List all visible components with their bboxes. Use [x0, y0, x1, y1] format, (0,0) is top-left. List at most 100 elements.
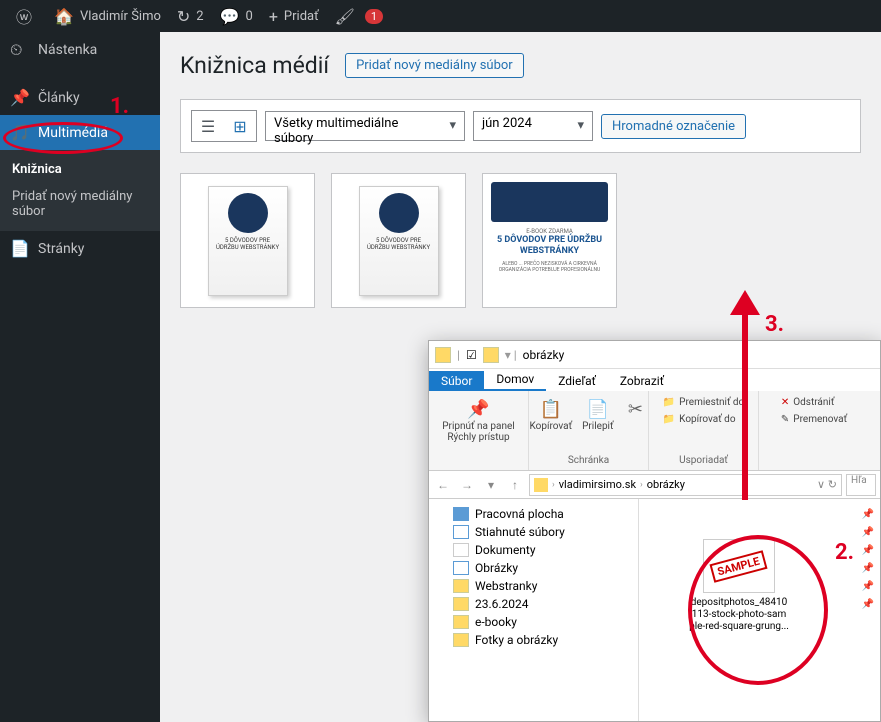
submenu-add[interactable]: Pridať nový mediálny súbor — [0, 183, 160, 225]
filter-date-select[interactable]: jún 2024 — [473, 111, 593, 141]
submenu-library[interactable]: Knižnica — [0, 156, 160, 183]
delete-icon: ✕ — [781, 397, 789, 408]
filter-date-label: jún 2024 — [482, 116, 532, 131]
desktop-icon — [453, 507, 469, 521]
file-thumbnail: SAMPLE — [703, 539, 775, 593]
explorer-titlebar[interactable]: | ☑ ▾ | obrázky — [429, 341, 880, 369]
breadcrumb[interactable]: › vladimirsimo.sk › obrázky ∨ ↻ — [529, 474, 842, 496]
tree-date[interactable]: 23.6.2024📌 — [429, 595, 638, 613]
file-sample-image[interactable]: SAMPLE depositphotos_48410113-stock-phot… — [689, 539, 789, 633]
tab-home[interactable]: Domov — [484, 369, 546, 391]
admin-sidebar: ⏲Nástenka 📌Články 🎵Multimédiá Knižnica P… — [0, 32, 160, 722]
up-button[interactable]: ↑ — [505, 475, 525, 495]
documents-icon — [453, 543, 469, 557]
paste-icon: 📄 — [586, 397, 610, 421]
paste-button[interactable]: 📄Prilepiť — [580, 395, 615, 434]
tree-ebooky[interactable]: e-booky — [429, 613, 638, 631]
pin-button[interactable]: 📌Pripnúť na panel Rýchly prístup — [437, 395, 520, 445]
move-button[interactable]: 📁Premiestniť do — [661, 395, 747, 410]
tab-file[interactable]: Súbor — [429, 371, 484, 391]
notif-badge: 1 — [365, 9, 383, 24]
tab-view[interactable]: Zobraziť — [608, 371, 676, 391]
view-toggle: ☰ ⊞ — [191, 110, 257, 142]
clipboard-group-label: Schránka — [568, 455, 609, 466]
folder-icon — [435, 347, 451, 363]
folder-icon — [534, 478, 548, 492]
add-label: Pridať — [284, 9, 319, 24]
window-title: obrázky — [523, 348, 565, 362]
organize-group-label: Usporiadať — [679, 455, 728, 466]
comments-count: 0 — [246, 9, 253, 24]
rename-button[interactable]: ✎Premenovať — [779, 412, 849, 427]
site-link[interactable]: 🏠 Vladimír Šimo — [46, 0, 169, 32]
sidebar-dashboard[interactable]: ⏲Nástenka — [0, 32, 160, 68]
book-thumbnail: 5 DÔVODOV PRE ÚDRŽBU WEBSTRÁNKY — [359, 186, 439, 296]
wordpress-icon: ⓦ — [16, 4, 32, 28]
media-submenu: Knižnica Pridať nový mediálny súbor — [0, 150, 160, 231]
refresh-icon: ↻ — [177, 7, 190, 26]
forward-button[interactable]: → — [457, 475, 477, 495]
folder-icon — [483, 347, 499, 363]
file-name: depositphotos_48410113-stock-photo-sampl… — [689, 597, 789, 633]
site-name: Vladimír Šimo — [80, 9, 161, 24]
add-new-link[interactable]: + Pridať — [261, 0, 327, 32]
media-grid: 5 DÔVODOV PRE ÚDRŽBU WEBSTRÁNKY 5 DÔVODO… — [180, 173, 861, 308]
tree-webstranky[interactable]: Webstranky📌 — [429, 577, 638, 595]
rename-icon: ✎ — [781, 414, 789, 425]
download-icon — [453, 525, 469, 539]
list-view-button[interactable]: ☰ — [192, 111, 224, 141]
tab-share[interactable]: Zdieľať — [546, 371, 608, 391]
media-item-1[interactable]: 5 DÔVODOV PRE ÚDRŽBU WEBSTRÁNKY — [180, 173, 315, 308]
comments-link[interactable]: 💬0 — [212, 0, 261, 32]
files-pane[interactable]: SAMPLE depositphotos_48410113-stock-phot… — [639, 499, 880, 721]
filter-type-select[interactable]: Všetky multimediálne súbory — [265, 111, 465, 141]
tree-pictures[interactable]: Obrázky📌 — [429, 559, 638, 577]
tree-desktop[interactable]: Pracovná plocha📌 — [429, 505, 638, 523]
tree-fotky[interactable]: Fotky a obrázky — [429, 631, 638, 649]
scissors-icon: ✂ — [623, 397, 647, 421]
explorer-search[interactable]: Hľa — [846, 474, 876, 496]
sample-stamp: SAMPLE — [710, 550, 768, 583]
copyto-icon: 📁 — [663, 414, 675, 425]
sidebar-posts[interactable]: 📌Články — [0, 80, 160, 115]
tree-documents[interactable]: Dokumenty📌 — [429, 541, 638, 559]
pages-label: Stránky — [38, 241, 84, 257]
back-button[interactable]: ← — [433, 475, 453, 495]
posts-label: Články — [38, 90, 80, 106]
sidebar-media[interactable]: 🎵Multimédiá — [0, 115, 160, 150]
folder-icon — [453, 615, 469, 629]
tree-downloads[interactable]: Stiahnuté súbory📌 — [429, 523, 638, 541]
file-explorer-window: | ☑ ▾ | obrázky Súbor Domov Zdieľať Zobr… — [428, 340, 881, 722]
history-button[interactable]: ▾ — [481, 475, 501, 495]
breadcrumb-part-1[interactable]: vladimirsimo.sk — [559, 478, 636, 491]
dashboard-label: Nástenka — [38, 42, 97, 58]
media-item-2[interactable]: 5 DÔVODOV PRE ÚDRŽBU WEBSTRÁNKY — [331, 173, 466, 308]
wp-logo[interactable]: ⓦ — [8, 0, 46, 32]
breadcrumb-part-2[interactable]: obrázky — [647, 478, 685, 491]
pin-icon: 📌 — [467, 397, 491, 421]
sidebar-pages[interactable]: 📄Stránky — [0, 231, 160, 266]
admin-bar: ⓦ 🏠Vladimír Šimo ↻2 💬0 +Pridať 🖌1 — [0, 0, 881, 32]
cut-button[interactable]: ✂ — [621, 395, 649, 434]
book-thumbnail: 5 DÔVODOV PRE ÚDRŽBU WEBSTRÁNKY — [208, 186, 288, 296]
explorer-body: Pracovná plocha📌 Stiahnuté súbory📌 Dokum… — [429, 499, 880, 721]
bulk-select-button[interactable]: Hromadné označenie — [601, 114, 746, 139]
folder-tree: Pracovná plocha📌 Stiahnuté súbory📌 Dokum… — [429, 499, 639, 721]
delete-button[interactable]: ✕Odstrániť — [779, 395, 836, 410]
page-title: Knižnica médií — [180, 52, 329, 79]
home-icon: 🏠 — [54, 7, 74, 26]
refresh-count: 2 — [196, 9, 203, 24]
refresh-link[interactable]: ↻2 — [169, 0, 212, 32]
filter-type-label: Všetky multimediálne súbory — [274, 116, 398, 146]
media-label: Multimédiá — [38, 125, 108, 141]
grid-view-button[interactable]: ⊞ — [224, 111, 256, 141]
page-header: Knižnica médií Pridať nový mediálny súbo… — [180, 52, 861, 79]
copyto-button[interactable]: 📁Kopírovať do — [661, 412, 738, 427]
checkbox-icon: ☑ — [466, 348, 477, 362]
add-media-button[interactable]: Pridať nový mediálny súbor — [345, 53, 524, 78]
media-toolbar: ☰ ⊞ Všetky multimediálne súbory jún 2024… — [180, 99, 861, 153]
media-item-3[interactable]: E-BOOK ZDARMA 5 DÔVODOV PRE ÚDRŽBU WEBST… — [482, 173, 617, 308]
notifications[interactable]: 🖌1 — [327, 0, 392, 32]
copy-button[interactable]: 📋Kopírovať — [528, 395, 575, 434]
plus-icon: + — [269, 7, 278, 26]
